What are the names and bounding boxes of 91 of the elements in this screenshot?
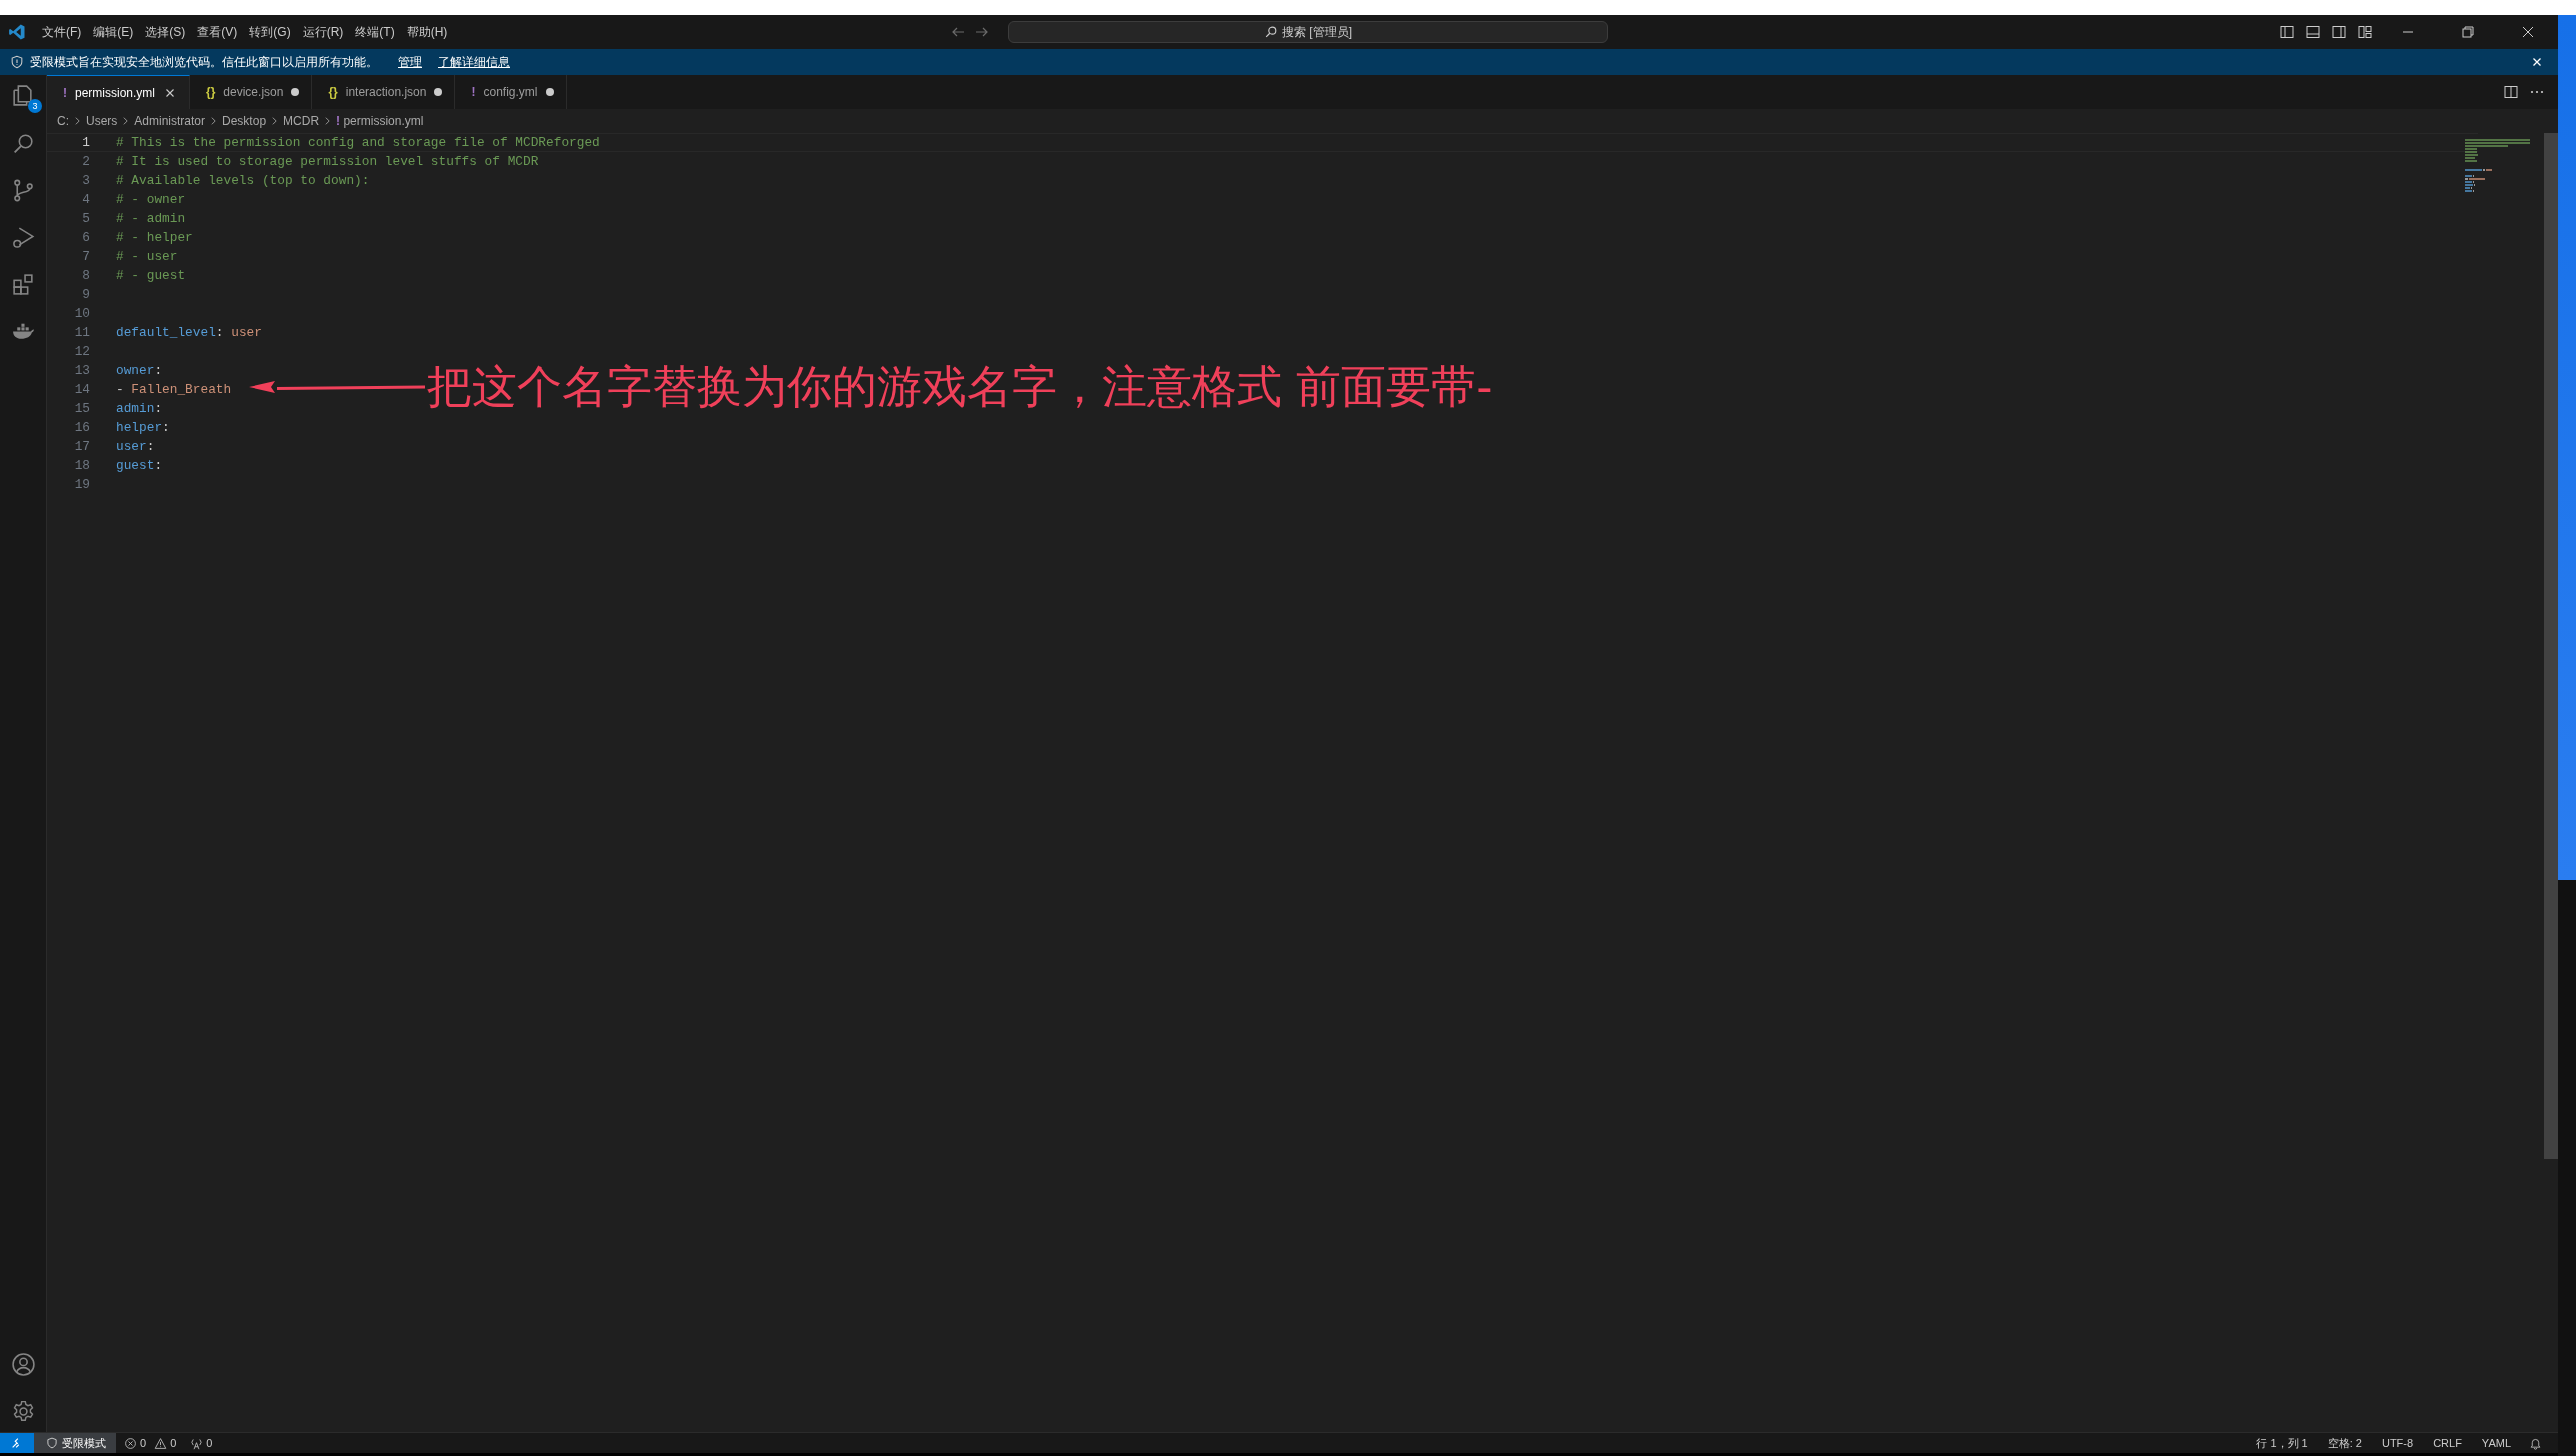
chevron-icon: [271, 116, 279, 126]
line-number: 18: [73, 458, 91, 473]
line-ending[interactable]: CRLF: [2433, 1437, 2462, 1449]
editor-tab[interactable]: ! permission.yml: [47, 75, 190, 109]
line-number: 12: [73, 344, 91, 359]
code-line: # - guest: [116, 268, 186, 283]
bell-icon[interactable]: [2529, 1436, 2542, 1450]
antenna-icon[interactable]: [190, 1436, 204, 1450]
shield-icon: [10, 55, 24, 69]
code-line: # Available levels (top to down):: [116, 173, 370, 188]
shield-icon: [46, 1437, 58, 1449]
chevron-icon: [210, 116, 218, 126]
annotation-text: 把这个名字替换为你的游戏名字，注意格式 前面要带-: [427, 359, 1493, 415]
code-line: # This is the permission config and storage file of MCDReforged: [116, 135, 600, 150]
layout-icon[interactable]: [2357, 24, 2373, 40]
menu-item[interactable]: 查看(V): [191, 23, 244, 41]
banner-link[interactable]: 了解详细信息: [438, 53, 510, 71]
cursor-position[interactable]: 行 1，列 1: [2256, 1435, 2308, 1451]
extensions-icon[interactable]: [10, 272, 36, 297]
panel-toggle-icon[interactable]: [2305, 24, 2321, 40]
warning-count[interactable]: 0: [170, 1437, 177, 1449]
code-line: # - user: [116, 249, 178, 264]
remote-icon[interactable]: [0, 1433, 34, 1453]
line-number: 8: [81, 268, 91, 283]
code-line: user:: [116, 439, 155, 454]
line-number: 5: [81, 211, 91, 226]
line-number: 17: [73, 439, 91, 454]
account-icon[interactable]: [10, 1352, 36, 1377]
restricted-mode-status[interactable]: 受限模式: [34, 1433, 116, 1453]
run-debug-icon[interactable]: [10, 225, 36, 250]
error-icon[interactable]: [124, 1436, 137, 1450]
menu-item[interactable]: 转到(G): [243, 23, 297, 41]
chevron-icon: [74, 116, 81, 126]
line-number: 2: [81, 154, 91, 169]
menu-item[interactable]: 帮助(H): [400, 23, 454, 41]
code-line: guest:: [116, 458, 163, 473]
app-logo-icon: [8, 23, 26, 41]
close-icon[interactable]: [2520, 24, 2536, 40]
line-number: 6: [81, 230, 91, 245]
banner-message: 受限模式旨在实现安全地浏览代码。信任此窗口以启用所有功能。: [30, 53, 378, 71]
search-field[interactable]: 搜索 [管理员]: [1008, 21, 1608, 43]
notification-badge: 3: [28, 99, 42, 113]
language-mode[interactable]: YAML: [2481, 1437, 2511, 1449]
line-number: 9: [81, 287, 91, 302]
line-number: 4: [81, 192, 91, 207]
menu-item[interactable]: 编辑(E): [87, 23, 140, 41]
code-line: admin:: [116, 401, 163, 416]
line-number: 11: [73, 325, 91, 340]
breadcrumb-item[interactable]: Users: [86, 114, 118, 128]
breadcrumb-item[interactable]: ! permission.yml: [336, 114, 424, 128]
line-number: 16: [73, 420, 91, 435]
indentation[interactable]: 空格: 2: [2327, 1435, 2362, 1451]
line-number: 15: [73, 401, 91, 416]
secondary-sidebar-icon[interactable]: [2331, 24, 2347, 40]
breadcrumb-item[interactable]: MCDR: [283, 114, 320, 128]
breadcrumb-item[interactable]: Desktop: [222, 114, 267, 128]
line-number: 7: [81, 249, 91, 264]
minimap: [2465, 139, 2530, 195]
ports-count[interactable]: 0: [206, 1437, 213, 1449]
banner-link[interactable]: 管理: [398, 53, 422, 71]
chevron-icon: [122, 116, 130, 126]
code-line: default_level: user: [116, 325, 262, 340]
breadcrumb-item[interactable]: Administrator: [134, 114, 206, 128]
code-line: # - owner: [116, 192, 186, 207]
restore-icon[interactable]: [2460, 24, 2476, 40]
code-line: - Fallen_Breath: [116, 382, 232, 397]
line-number: 13: [73, 363, 91, 378]
chevron-icon: [324, 116, 332, 126]
error-count[interactable]: 0: [140, 1437, 147, 1449]
sidebar-toggle-icon[interactable]: [2279, 24, 2295, 40]
line-number: 19: [73, 477, 91, 492]
scrollbar[interactable]: [2544, 133, 2558, 1159]
code-line: # - admin: [116, 211, 186, 226]
menu-item[interactable]: 选择(S): [139, 23, 192, 41]
encoding[interactable]: UTF-8: [2381, 1437, 2414, 1449]
breadcrumb-item[interactable]: C:: [57, 114, 69, 128]
menu-item[interactable]: 运行(R): [296, 23, 350, 41]
line-number: 3: [81, 173, 91, 188]
explorer-icon[interactable]: [10, 83, 35, 108]
line-number: 14: [73, 382, 91, 397]
code-line: # It is used to storage permission level stuffs of MCDR: [116, 154, 539, 169]
code-line: # - helper: [116, 230, 193, 245]
line-number: 1: [81, 135, 91, 150]
search-icon: [1264, 25, 1278, 39]
menu-item[interactable]: 文件(F): [36, 23, 88, 41]
line-number: 10: [73, 306, 91, 321]
split-editor-icon[interactable]: [2503, 84, 2519, 100]
warning-icon[interactable]: [154, 1436, 168, 1450]
code-line: helper:: [116, 420, 170, 435]
menu-item[interactable]: 终端(T): [349, 23, 401, 41]
code-line: owner:: [116, 363, 163, 378]
